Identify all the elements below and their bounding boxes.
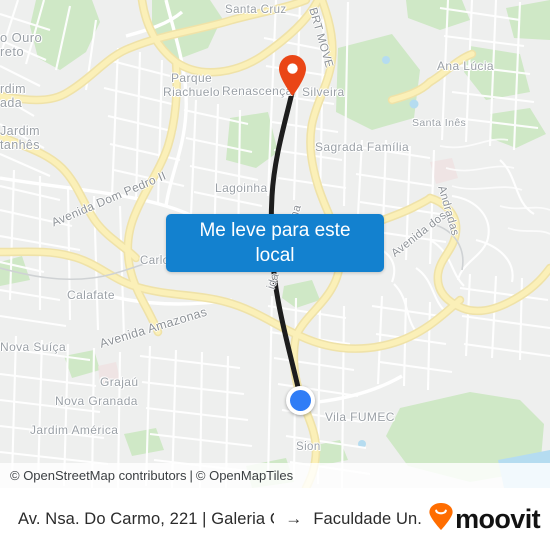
moovit-logo[interactable]: moovit <box>428 502 541 536</box>
map-canvas[interactable]: Santa Cruz o Ouro reto Ana Lúcia Parque Riach… <box>0 0 550 488</box>
destination-dot-core <box>290 390 311 411</box>
destination-dot-icon[interactable] <box>286 386 315 415</box>
moovit-pin-icon <box>428 502 454 536</box>
moovit-map-screen: Santa Cruz o Ouro reto Ana Lúcia Parque Riach… <box>0 0 550 550</box>
arrow-right-icon: → <box>285 509 303 528</box>
origin-pin-icon[interactable] <box>277 54 308 97</box>
moovit-wordmark: moovit <box>455 503 541 534</box>
take-me-here-button[interactable]: Me leve para este local <box>166 214 384 272</box>
trip-summary: Av. Nsa. Do Carmo, 221 | Galeria C... → … <box>18 509 422 529</box>
trip-destination-label: Faculdade Un... <box>313 509 423 528</box>
openmaptiles-attribution-link[interactable]: © OpenMapTiles <box>196 468 293 483</box>
trip-footer: Av. Nsa. Do Carmo, 221 | Galeria C... → … <box>0 488 550 550</box>
attribution-separator: | <box>189 468 193 483</box>
osm-attribution-link[interactable]: © OpenStreetMap contributors <box>10 468 187 483</box>
trip-origin-label: Av. Nsa. Do Carmo, 221 | Galeria C... <box>18 509 275 528</box>
map-attribution: © OpenStreetMap contributors | © OpenMapTi… <box>0 463 550 488</box>
